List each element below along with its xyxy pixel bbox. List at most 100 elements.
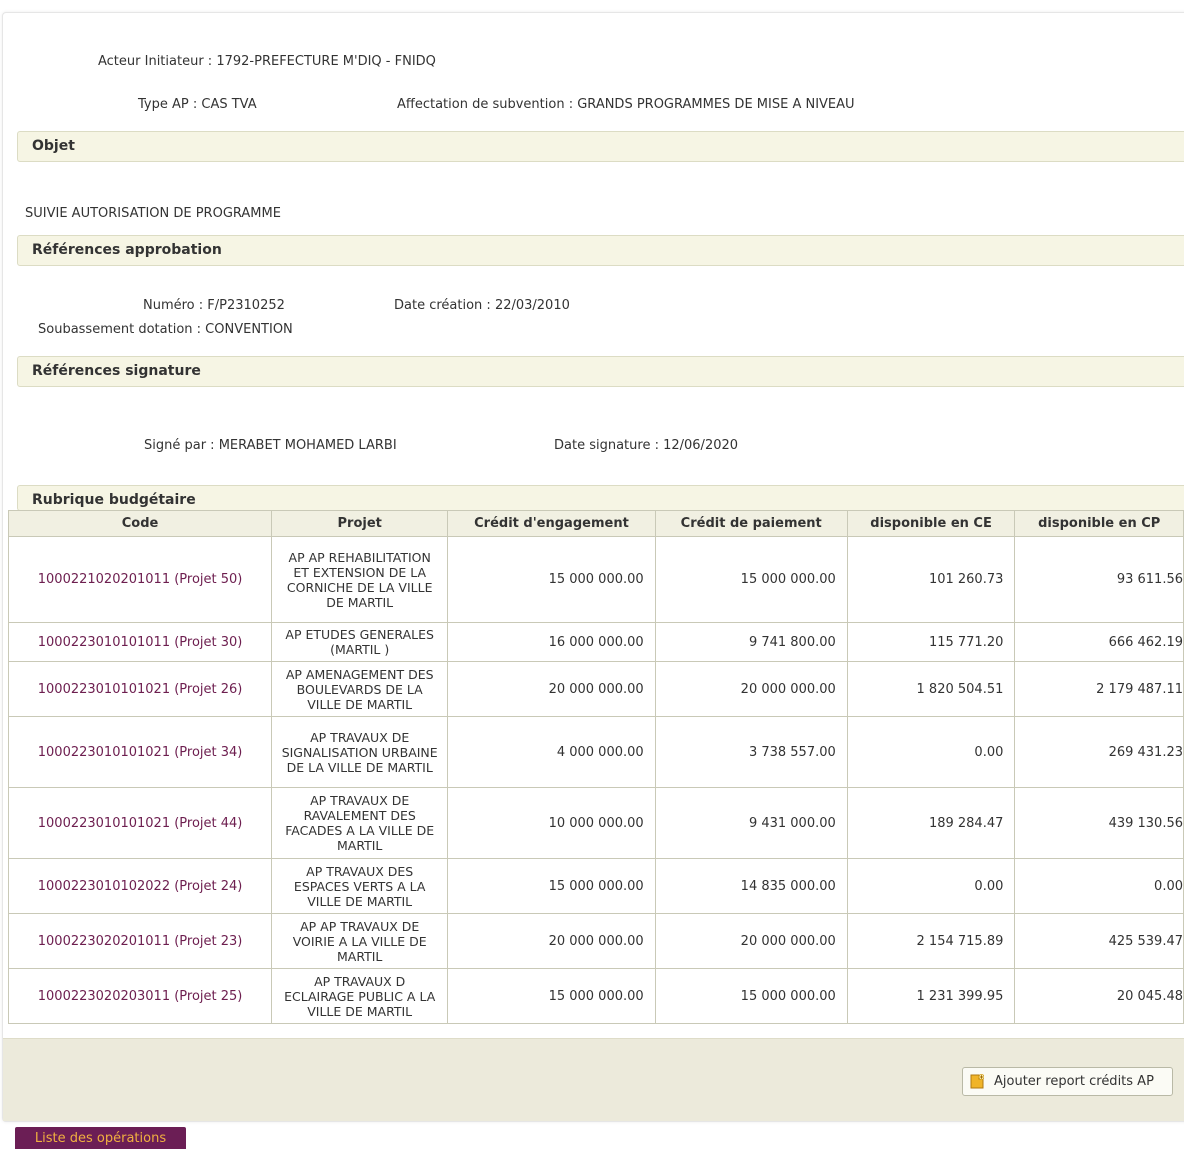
table-header-row: Code Projet Crédit d'engagement Crédit d… [7, 510, 1184, 537]
row-disponible-cp: 20 045.48 [1014, 968, 1184, 1024]
type-value: CAS TVA [201, 97, 257, 112]
row-credit-paiement: 15 000 000.00 [654, 536, 848, 623]
date-signature-label: Date signature : [554, 438, 659, 453]
section-approbation: Références approbation [17, 235, 1184, 266]
section-approbation-title: Références approbation [32, 242, 222, 258]
row-credit-engagement: 16 000 000.00 [447, 622, 656, 662]
table-row: 1000223010101021 (Projet 26) AP AMENAGEM… [7, 661, 1184, 717]
row-disponible-ce: 0.00 [846, 716, 1016, 788]
row-credit-engagement: 10 000 000.00 [447, 787, 656, 859]
row-credit-engagement: 15 000 000.00 [447, 536, 656, 623]
affectation-value: GRANDS PROGRAMMES DE MISE A NIVEAU [577, 97, 855, 112]
section-rubrique: Rubrique budgétaire [17, 485, 1184, 511]
row-credit-paiement: 9 741 800.00 [654, 622, 848, 662]
col-header-credit-paiement[interactable]: Crédit de paiement [654, 510, 848, 537]
row-disponible-cp: 269 431.23 [1014, 716, 1184, 788]
soubassement-dotation: Soubassement dotation : CONVENTION [38, 322, 293, 337]
document-add-icon [970, 1074, 985, 1089]
row-code-link[interactable]: 1000223020203011 (Projet 25) [7, 968, 273, 1024]
row-disponible-ce: 101 260.73 [846, 536, 1016, 623]
col-header-credit-engagement[interactable]: Crédit d'engagement [447, 510, 656, 537]
row-disponible-ce: 1 231 399.95 [846, 968, 1016, 1024]
table-row: 1000223020201011 (Projet 23) AP AP TRAVA… [7, 913, 1184, 969]
row-disponible-cp: 2 179 487.11 [1014, 661, 1184, 717]
date-signature-value: 12/06/2020 [663, 438, 739, 453]
row-credit-paiement: 20 000 000.00 [654, 661, 848, 717]
row-credit-engagement: 20 000 000.00 [447, 661, 656, 717]
signe-par-label: Signé par : [144, 438, 215, 453]
table-row: 1000223010102022 (Projet 24) AP TRAVAUX … [7, 858, 1184, 914]
row-code-link[interactable]: 1000223010102022 (Projet 24) [7, 858, 273, 914]
rubrique-table: Code Projet Crédit d'engagement Crédit d… [7, 510, 1184, 1024]
row-credit-engagement: 15 000 000.00 [447, 858, 656, 914]
table-row: 1000223010101021 (Projet 34) AP TRAVAUX … [7, 716, 1184, 788]
row-code-link[interactable]: 1000223020201011 (Projet 23) [7, 913, 273, 969]
table-row: 1000223010101021 (Projet 44) AP TRAVAUX … [7, 787, 1184, 859]
soubassement-label: Soubassement dotation : [38, 322, 202, 337]
date-creation-value: 22/03/2010 [494, 298, 570, 313]
section-objet: Objet [17, 131, 1184, 162]
row-disponible-ce: 1 820 504.51 [846, 661, 1016, 717]
acteur-initiateur: Acteur Initiateur : 1792-PREFECTURE M'DI… [98, 54, 436, 69]
col-header-projet[interactable]: Projet [271, 510, 449, 537]
numero-label: Numéro : [143, 298, 204, 313]
type-label: Type AP : [138, 97, 198, 112]
row-disponible-ce: 189 284.47 [846, 787, 1016, 859]
add-report-credits-button[interactable]: Ajouter report crédits AP [962, 1067, 1173, 1096]
row-code-link[interactable]: 1000223010101021 (Projet 26) [7, 661, 273, 717]
affectation-label: Affectation de subvention : [397, 97, 574, 112]
row-disponible-cp: 439 130.56 [1014, 787, 1184, 859]
row-disponible-ce: 0.00 [846, 858, 1016, 914]
acteur-label: Acteur Initiateur : [98, 54, 213, 69]
affectation-subvention: Affectation de subvention : GRANDS PROGR… [397, 97, 855, 112]
row-projet: AP TRAVAUX DE RAVALEMENT DES FACADES A L… [271, 787, 449, 859]
numero: Numéro : F/P2310252 [143, 298, 285, 313]
section-objet-title: Objet [32, 138, 75, 154]
table-row: 1000223010101011 (Projet 30) AP ETUDES G… [7, 622, 1184, 662]
date-signature: Date signature : 12/06/2020 [554, 438, 738, 453]
row-code-link[interactable]: 1000223010101021 (Projet 34) [7, 716, 273, 788]
row-credit-paiement: 3 738 557.00 [654, 716, 848, 788]
row-credit-engagement: 20 000 000.00 [447, 913, 656, 969]
row-credit-paiement: 15 000 000.00 [654, 968, 848, 1024]
objet-text: SUIVIE AUTORISATION DE PROGRAMME [25, 206, 281, 221]
liste-operations-tab[interactable]: Liste des opérations [15, 1127, 186, 1149]
signe-par: Signé par : MERABET MOHAMED LARBI [144, 438, 397, 453]
soubassement-value: CONVENTION [205, 322, 293, 337]
row-projet: AP AP TRAVAUX DE VOIRIE A LA VILLE DE MA… [271, 913, 449, 969]
row-projet: AP TRAVAUX DE SIGNALISATION URBAINE DE L… [271, 716, 449, 788]
col-header-code[interactable]: Code [7, 510, 273, 537]
section-signature: Références signature [17, 356, 1184, 387]
acteur-value: 1792-PREFECTURE M'DIQ - FNIDQ [216, 54, 436, 69]
row-disponible-cp: 0.00 [1014, 858, 1184, 914]
numero-value: F/P2310252 [207, 298, 285, 313]
type-ap: Type AP : CAS TVA [138, 97, 257, 112]
table-row: 1000221020201011 (Projet 50) AP AP REHAB… [7, 536, 1184, 623]
row-code-link[interactable]: 1000223010101021 (Projet 44) [7, 787, 273, 859]
table-row: 1000223020203011 (Projet 25) AP TRAVAUX … [7, 968, 1184, 1024]
section-rubrique-title: Rubrique budgétaire [32, 492, 196, 508]
row-disponible-cp: 666 462.19 [1014, 622, 1184, 662]
row-projet: AP TRAVAUX DES ESPACES VERTS A LA VILLE … [271, 858, 449, 914]
row-projet: AP ETUDES GENERALES (MARTIL ) [271, 622, 449, 662]
row-code-link[interactable]: 1000221020201011 (Projet 50) [7, 536, 273, 623]
col-header-disponible-ce[interactable]: disponible en CE [846, 510, 1016, 537]
row-credit-paiement: 9 431 000.00 [654, 787, 848, 859]
date-creation-label: Date création : [394, 298, 491, 313]
row-credit-engagement: 4 000 000.00 [447, 716, 656, 788]
row-credit-engagement: 15 000 000.00 [447, 968, 656, 1024]
row-disponible-cp: 425 539.47 [1014, 913, 1184, 969]
row-credit-paiement: 14 835 000.00 [654, 858, 848, 914]
add-report-credits-label: Ajouter report crédits AP [994, 1074, 1154, 1089]
row-disponible-ce: 2 154 715.89 [846, 913, 1016, 969]
row-disponible-cp: 93 611.56 [1014, 536, 1184, 623]
col-header-disponible-cp[interactable]: disponible en CP [1014, 510, 1184, 537]
row-credit-paiement: 20 000 000.00 [654, 913, 848, 969]
row-disponible-ce: 115 771.20 [846, 622, 1016, 662]
row-projet: AP TRAVAUX D ECLAIRAGE PUBLIC A LA VILLE… [271, 968, 449, 1024]
row-code-link[interactable]: 1000223010101011 (Projet 30) [7, 622, 273, 662]
signe-par-value: MERABET MOHAMED LARBI [218, 438, 397, 453]
row-projet: AP AMENAGEMENT DES BOULEVARDS DE LA VILL… [271, 661, 449, 717]
row-projet: AP AP REHABILITATION ET EXTENSION DE LA … [271, 536, 449, 623]
date-creation: Date création : 22/03/2010 [394, 298, 570, 313]
